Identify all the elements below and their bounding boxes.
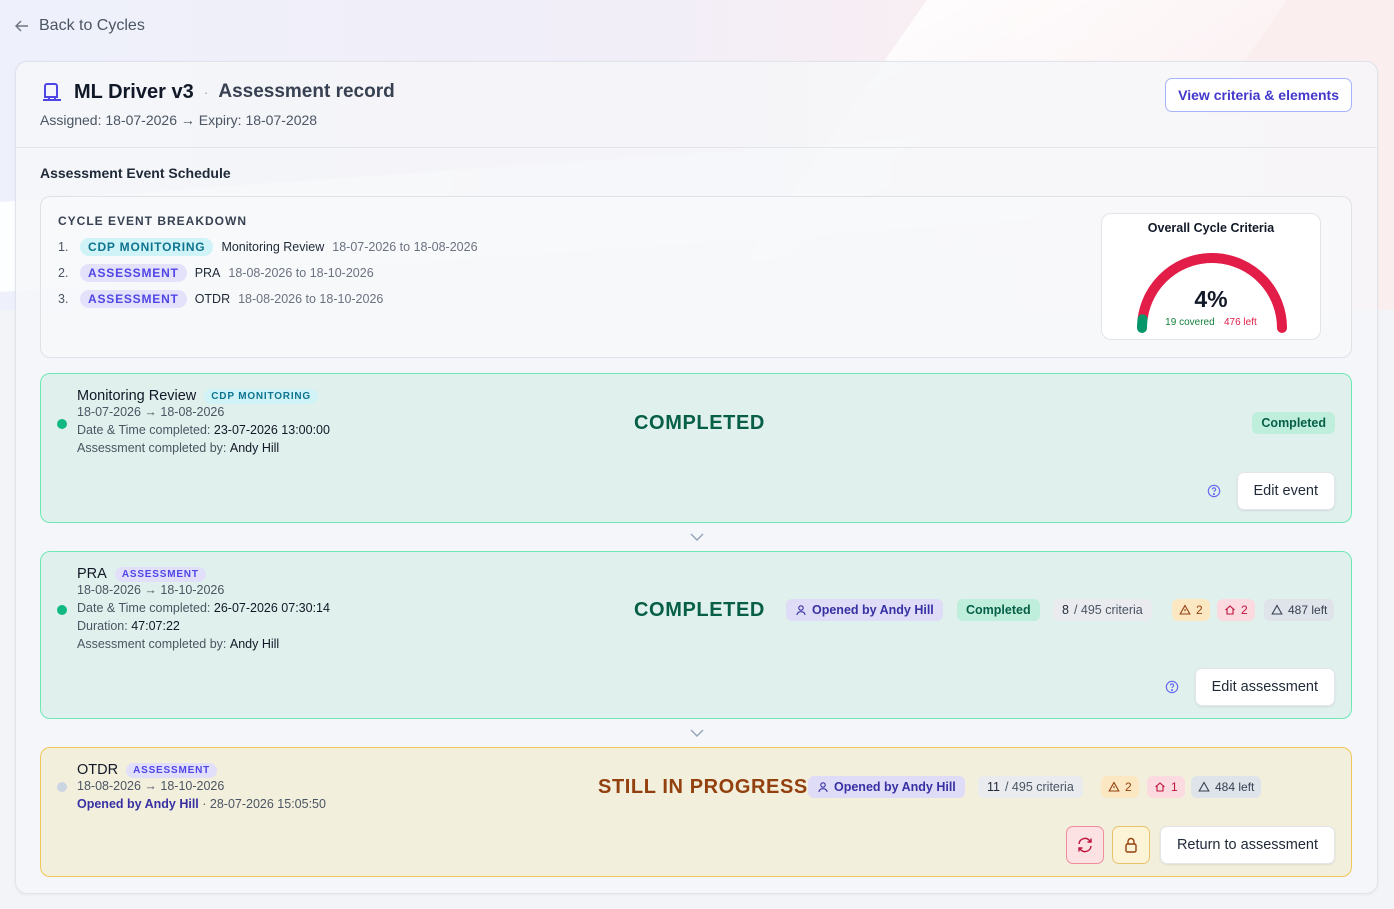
chevron-down-icon [690, 729, 704, 737]
event-dates: 18-07-2026 → 18-08-2026 [77, 405, 225, 419]
gauge-legend: 19 covered · 476 left [1102, 317, 1320, 328]
criteria-count-pill: 8 / 495 criteria [1053, 599, 1152, 621]
event-card-otdr: OTDR ASSESSMENT 18-08-2026 → 18-10-2026 … [40, 747, 1352, 877]
cycle-event-breakdown: CYCLE EVENT BREAKDOWN 1. CDP MONITORING … [40, 196, 1352, 358]
status-dot [57, 605, 67, 615]
event-status: STILL IN PROGRESS [598, 776, 808, 798]
edit-event-button[interactable]: Edit event [1236, 472, 1335, 510]
status-dot [57, 419, 67, 429]
view-criteria-button[interactable]: View criteria & elements [1165, 78, 1352, 112]
duration: Duration: 47:07:22 [77, 619, 180, 633]
opened-by-line: Opened by Andy Hill · 28-07-2026 15:05:5… [77, 797, 326, 811]
warning-icon [1108, 781, 1120, 792]
event-type-tag: ASSESSMENT [80, 290, 187, 308]
event-type-tag: ASSESSMENT [80, 264, 187, 282]
help-icon[interactable] [1165, 680, 1179, 694]
gauge-title: Overall Cycle Criteria [1147, 221, 1275, 235]
event-dates: 18-08-2026 to 18-10-2026 [238, 292, 384, 306]
opened-by-pill: Opened by Andy Hill [808, 776, 965, 798]
refresh-icon [1078, 837, 1092, 853]
breakdown-row: 3. ASSESSMENT OTDR 18-08-2026 to 18-10-2… [58, 290, 383, 308]
title-separator: · [203, 84, 209, 100]
gauge-percent: 4% [1194, 286, 1228, 312]
help-icon[interactable] [1207, 484, 1221, 498]
record-name: ML Driver v3 [74, 80, 194, 103]
event-status: COMPLETED [634, 599, 765, 621]
event-name: PRA [77, 566, 107, 582]
legend-separator: · [1217, 317, 1221, 328]
event-type-tag: CDP MONITORING [204, 388, 319, 404]
alert-triangle-icon [1271, 604, 1283, 615]
back-to-cycles-link[interactable]: Back to Cycles [14, 14, 145, 38]
event-status: COMPLETED [634, 412, 765, 434]
warning-icon [1179, 604, 1191, 615]
completed-badge: Completed [1252, 412, 1335, 434]
edit-assessment-button[interactable]: Edit assessment [1194, 668, 1335, 706]
event-name: Monitoring Review [221, 240, 325, 254]
schedule-title: Assessment Event Schedule [40, 165, 231, 181]
certificate-icon [43, 83, 61, 101]
event-card-monitoring-review: Monitoring Review CDP MONITORING 18-07-2… [40, 373, 1352, 523]
record-subtitle: Assessment record [218, 81, 395, 102]
return-to-assessment-button[interactable]: Return to assessment [1159, 826, 1335, 864]
back-label: Back to Cycles [39, 17, 145, 34]
criteria-count-pill: 11 / 495 criteria [978, 776, 1083, 798]
chevron-down-icon [690, 533, 704, 541]
event-name: Monitoring Review [77, 388, 197, 404]
completed-datetime: Date & Time completed: 23-07-2026 13:00:… [77, 423, 330, 437]
home-count-pill: 2 [1217, 599, 1255, 621]
warning-count-pill: 2 [1172, 599, 1210, 621]
arrow-left-icon [15, 20, 28, 32]
user-icon [818, 782, 828, 793]
lock-icon [1125, 837, 1137, 853]
overall-criteria-gauge: Overall Cycle Criteria 4% 19 covered · 476… [1101, 213, 1321, 340]
warning-count-pill: 2 [1101, 776, 1139, 798]
event-name: OTDR [194, 292, 231, 306]
event-type-tag: ASSESSMENT [114, 566, 206, 582]
assessment-record-card: ML Driver v3 · Assessment record Assigne… [15, 61, 1378, 894]
event-dates: 18-07-2026 to 18-08-2026 [332, 240, 478, 254]
event-dates: 18-08-2026 to 18-10-2026 [228, 266, 374, 280]
breakdown-row: 2. ASSESSMENT PRA 18-08-2026 to 18-10-20… [58, 264, 374, 282]
home-icon [1225, 605, 1235, 615]
event-type-tag: CDP MONITORING [80, 238, 214, 256]
row-number: 2. [58, 266, 69, 280]
alert-triangle-icon [1198, 781, 1210, 792]
user-icon [796, 605, 806, 616]
lock-button[interactable] [1112, 826, 1150, 864]
row-number: 3. [58, 292, 69, 306]
covered-count: 19 covered [1165, 317, 1215, 328]
event-dates: 18-08-2026 → 18-10-2026 [77, 583, 225, 597]
status-dot [57, 782, 67, 792]
event-type-tag: ASSESSMENT [126, 762, 217, 778]
event-dates: 18-08-2026 → 18-10-2026 [77, 779, 225, 793]
criteria-left-pill: 487 left [1264, 599, 1335, 621]
completed-badge: Completed [957, 599, 1040, 621]
record-header: ML Driver v3 · Assessment record Assigne… [16, 62, 1377, 148]
event-name: OTDR [77, 762, 119, 778]
completed-datetime: Date & Time completed: 26-07-2026 07:30:… [77, 601, 330, 615]
completed-by: Assessment completed by: Andy Hill [77, 637, 280, 651]
breakdown-row: 1. CDP MONITORING Monitoring Review 18-0… [58, 238, 478, 256]
event-name: PRA [194, 266, 221, 280]
left-count: 476 left [1224, 317, 1257, 328]
assigned-dates: Assigned: 18-07-2026 → Expiry: 18-07-202… [40, 112, 318, 128]
breakdown-title: CYCLE EVENT BREAKDOWN [58, 214, 248, 228]
criteria-left-pill: 484 left [1191, 776, 1262, 798]
event-card-pra: PRA ASSESSMENT 18-08-2026 → 18-10-2026 D… [40, 551, 1352, 719]
home-count-pill: 1 [1147, 776, 1185, 798]
row-number: 1. [58, 240, 69, 254]
reset-button[interactable] [1066, 826, 1104, 864]
opened-by-pill: Opened by Andy Hill [786, 599, 943, 621]
completed-by: Assessment completed by: Andy Hill [77, 441, 280, 455]
home-icon [1155, 782, 1165, 792]
